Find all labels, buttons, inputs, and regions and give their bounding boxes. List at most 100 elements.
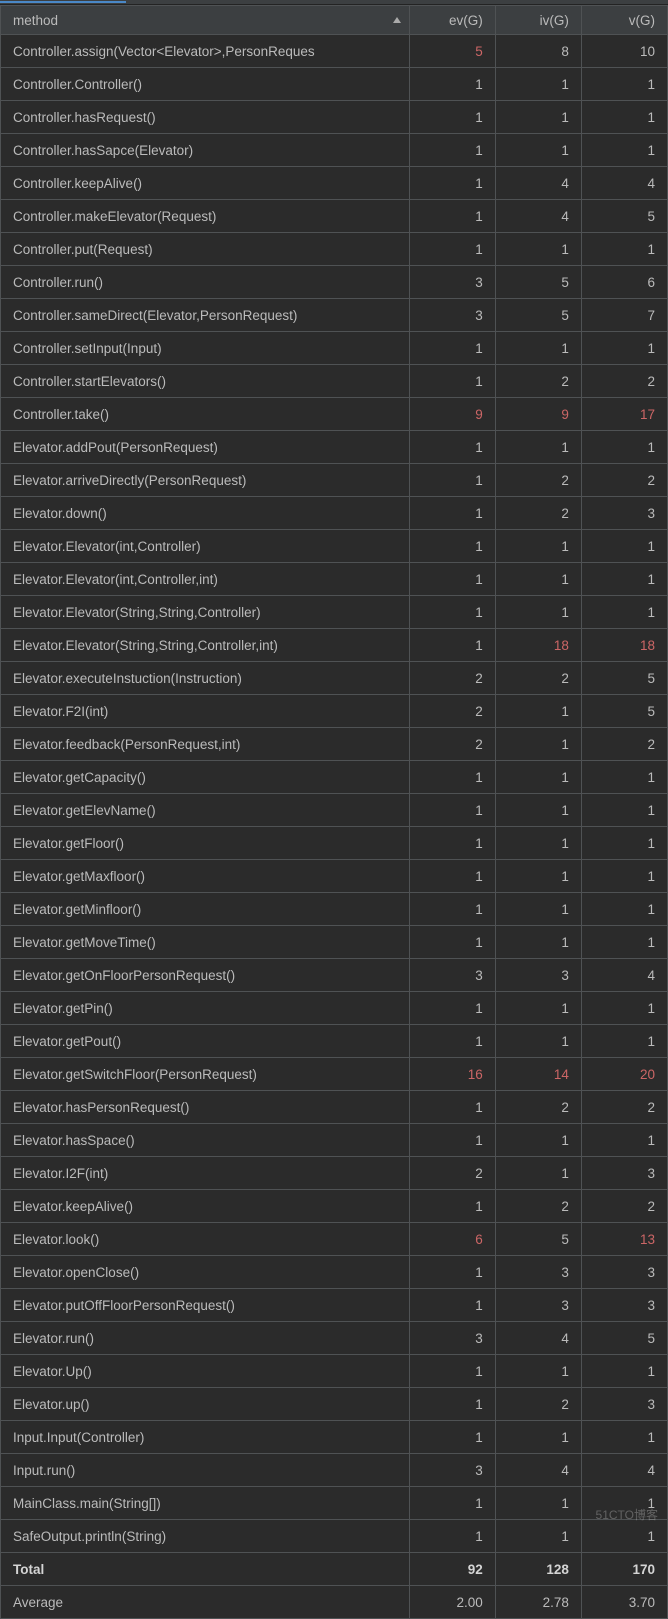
v-cell: 1 [581, 563, 667, 596]
table-row[interactable]: MainClass.main(String[])111 [1, 1487, 668, 1520]
total-ev: 92 [409, 1553, 495, 1586]
table-row[interactable]: Controller.Controller()111 [1, 68, 668, 101]
method-cell: Controller.hasSapce(Elevator) [1, 134, 410, 167]
table-row[interactable]: Elevator.putOffFloorPersonRequest()133 [1, 1289, 668, 1322]
v-cell: 5 [581, 200, 667, 233]
col-header-iv[interactable]: iv(G) [495, 6, 581, 35]
iv-cell: 1 [495, 233, 581, 266]
v-cell: 1 [581, 530, 667, 563]
method-cell: Controller.assign(Vector<Elevator>,Perso… [1, 35, 410, 68]
v-cell: 20 [581, 1058, 667, 1091]
table-row[interactable]: Elevator.getMinfloor()111 [1, 893, 668, 926]
iv-cell: 1 [495, 695, 581, 728]
table-row[interactable]: Elevator.down()123 [1, 497, 668, 530]
iv-cell: 4 [495, 1322, 581, 1355]
v-cell: 1 [581, 992, 667, 1025]
table-row[interactable]: Elevator.addPout(PersonRequest)111 [1, 431, 668, 464]
method-cell: Elevator.getPout() [1, 1025, 410, 1058]
method-cell: Elevator.executeInstuction(Instruction) [1, 662, 410, 695]
table-row[interactable]: Elevator.Elevator(int,Controller,int)111 [1, 563, 668, 596]
table-row[interactable]: Elevator.Up()111 [1, 1355, 668, 1388]
iv-cell: 1 [495, 332, 581, 365]
col-header-ev[interactable]: ev(G) [409, 6, 495, 35]
table-row[interactable]: Elevator.getPout()111 [1, 1025, 668, 1058]
table-row[interactable]: Controller.take()9917 [1, 398, 668, 431]
col-header-v[interactable]: v(G) [581, 6, 667, 35]
iv-cell: 2 [495, 365, 581, 398]
ev-cell: 1 [409, 332, 495, 365]
ev-cell: 1 [409, 1421, 495, 1454]
ev-cell: 1 [409, 101, 495, 134]
table-row[interactable]: Elevator.getMaxfloor()111 [1, 860, 668, 893]
v-cell: 3 [581, 497, 667, 530]
ev-cell: 1 [409, 893, 495, 926]
table-row[interactable]: Elevator.getFloor()111 [1, 827, 668, 860]
table-row[interactable]: Input.Input(Controller)111 [1, 1421, 668, 1454]
iv-cell: 1 [495, 431, 581, 464]
table-row[interactable]: SafeOutput.println(String)111 [1, 1520, 668, 1553]
table-row[interactable]: Controller.run()356 [1, 266, 668, 299]
method-cell: Elevator.look() [1, 1223, 410, 1256]
table-row[interactable]: Elevator.arriveDirectly(PersonRequest)12… [1, 464, 668, 497]
v-cell: 1 [581, 893, 667, 926]
table-row[interactable]: Elevator.F2I(int)215 [1, 695, 668, 728]
v-cell: 6 [581, 266, 667, 299]
table-row[interactable]: Elevator.Elevator(String,String,Controll… [1, 596, 668, 629]
table-row[interactable]: Elevator.getCapacity()111 [1, 761, 668, 794]
table-row[interactable]: Elevator.hasPersonRequest()122 [1, 1091, 668, 1124]
v-cell: 10 [581, 35, 667, 68]
method-cell: Elevator.down() [1, 497, 410, 530]
method-cell: Elevator.Elevator(String,String,Controll… [1, 629, 410, 662]
method-cell: Elevator.getMoveTime() [1, 926, 410, 959]
table-row[interactable]: Controller.startElevators()122 [1, 365, 668, 398]
average-label: Average [1, 1586, 410, 1619]
method-cell: Elevator.getElevName() [1, 794, 410, 827]
table-row[interactable]: Elevator.hasSpace()111 [1, 1124, 668, 1157]
table-row[interactable]: Elevator.getElevName()111 [1, 794, 668, 827]
method-cell: Elevator.F2I(int) [1, 695, 410, 728]
v-cell: 18 [581, 629, 667, 662]
table-row[interactable]: Elevator.getOnFloorPersonRequest()334 [1, 959, 668, 992]
iv-cell: 5 [495, 299, 581, 332]
ev-cell: 1 [409, 596, 495, 629]
table-row[interactable]: Controller.hasSapce(Elevator)111 [1, 134, 668, 167]
method-cell: Input.Input(Controller) [1, 1421, 410, 1454]
table-row[interactable]: Elevator.getPin()111 [1, 992, 668, 1025]
table-row[interactable]: Elevator.keepAlive()122 [1, 1190, 668, 1223]
method-cell: Controller.put(Request) [1, 233, 410, 266]
table-row[interactable]: Elevator.getSwitchFloor(PersonRequest)16… [1, 1058, 668, 1091]
ev-cell: 1 [409, 926, 495, 959]
table-row[interactable]: Elevator.up()123 [1, 1388, 668, 1421]
table-row[interactable]: Elevator.look()6513 [1, 1223, 668, 1256]
table-row[interactable]: Controller.makeElevator(Request)145 [1, 200, 668, 233]
ev-cell: 1 [409, 68, 495, 101]
table-row[interactable]: Elevator.executeInstuction(Instruction)2… [1, 662, 668, 695]
v-cell: 2 [581, 365, 667, 398]
v-cell: 1 [581, 1355, 667, 1388]
v-cell: 17 [581, 398, 667, 431]
v-cell: 4 [581, 167, 667, 200]
ev-cell: 1 [409, 794, 495, 827]
table-row[interactable]: Elevator.feedback(PersonRequest,int)212 [1, 728, 668, 761]
method-cell: Elevator.keepAlive() [1, 1190, 410, 1223]
table-row[interactable]: Elevator.run()345 [1, 1322, 668, 1355]
ev-cell: 1 [409, 1388, 495, 1421]
table-row[interactable]: Controller.put(Request)111 [1, 233, 668, 266]
col-header-method[interactable]: method [1, 6, 410, 35]
ev-cell: 1 [409, 563, 495, 596]
table-row[interactable]: Elevator.openClose()133 [1, 1256, 668, 1289]
table-row[interactable]: Elevator.getMoveTime()111 [1, 926, 668, 959]
table-row[interactable]: Controller.assign(Vector<Elevator>,Perso… [1, 35, 668, 68]
table-row[interactable]: Elevator.Elevator(int,Controller)111 [1, 530, 668, 563]
table-row[interactable]: Elevator.Elevator(String,String,Controll… [1, 629, 668, 662]
table-row[interactable]: Controller.sameDirect(Elevator,PersonReq… [1, 299, 668, 332]
table-row[interactable]: Controller.keepAlive()144 [1, 167, 668, 200]
table-row[interactable]: Controller.hasRequest()111 [1, 101, 668, 134]
iv-cell: 1 [495, 992, 581, 1025]
table-row[interactable]: Input.run()344 [1, 1454, 668, 1487]
table-row[interactable]: Elevator.I2F(int)213 [1, 1157, 668, 1190]
iv-cell: 1 [495, 728, 581, 761]
ev-cell: 3 [409, 266, 495, 299]
table-row[interactable]: Controller.setInput(Input)111 [1, 332, 668, 365]
average-iv: 2.78 [495, 1586, 581, 1619]
